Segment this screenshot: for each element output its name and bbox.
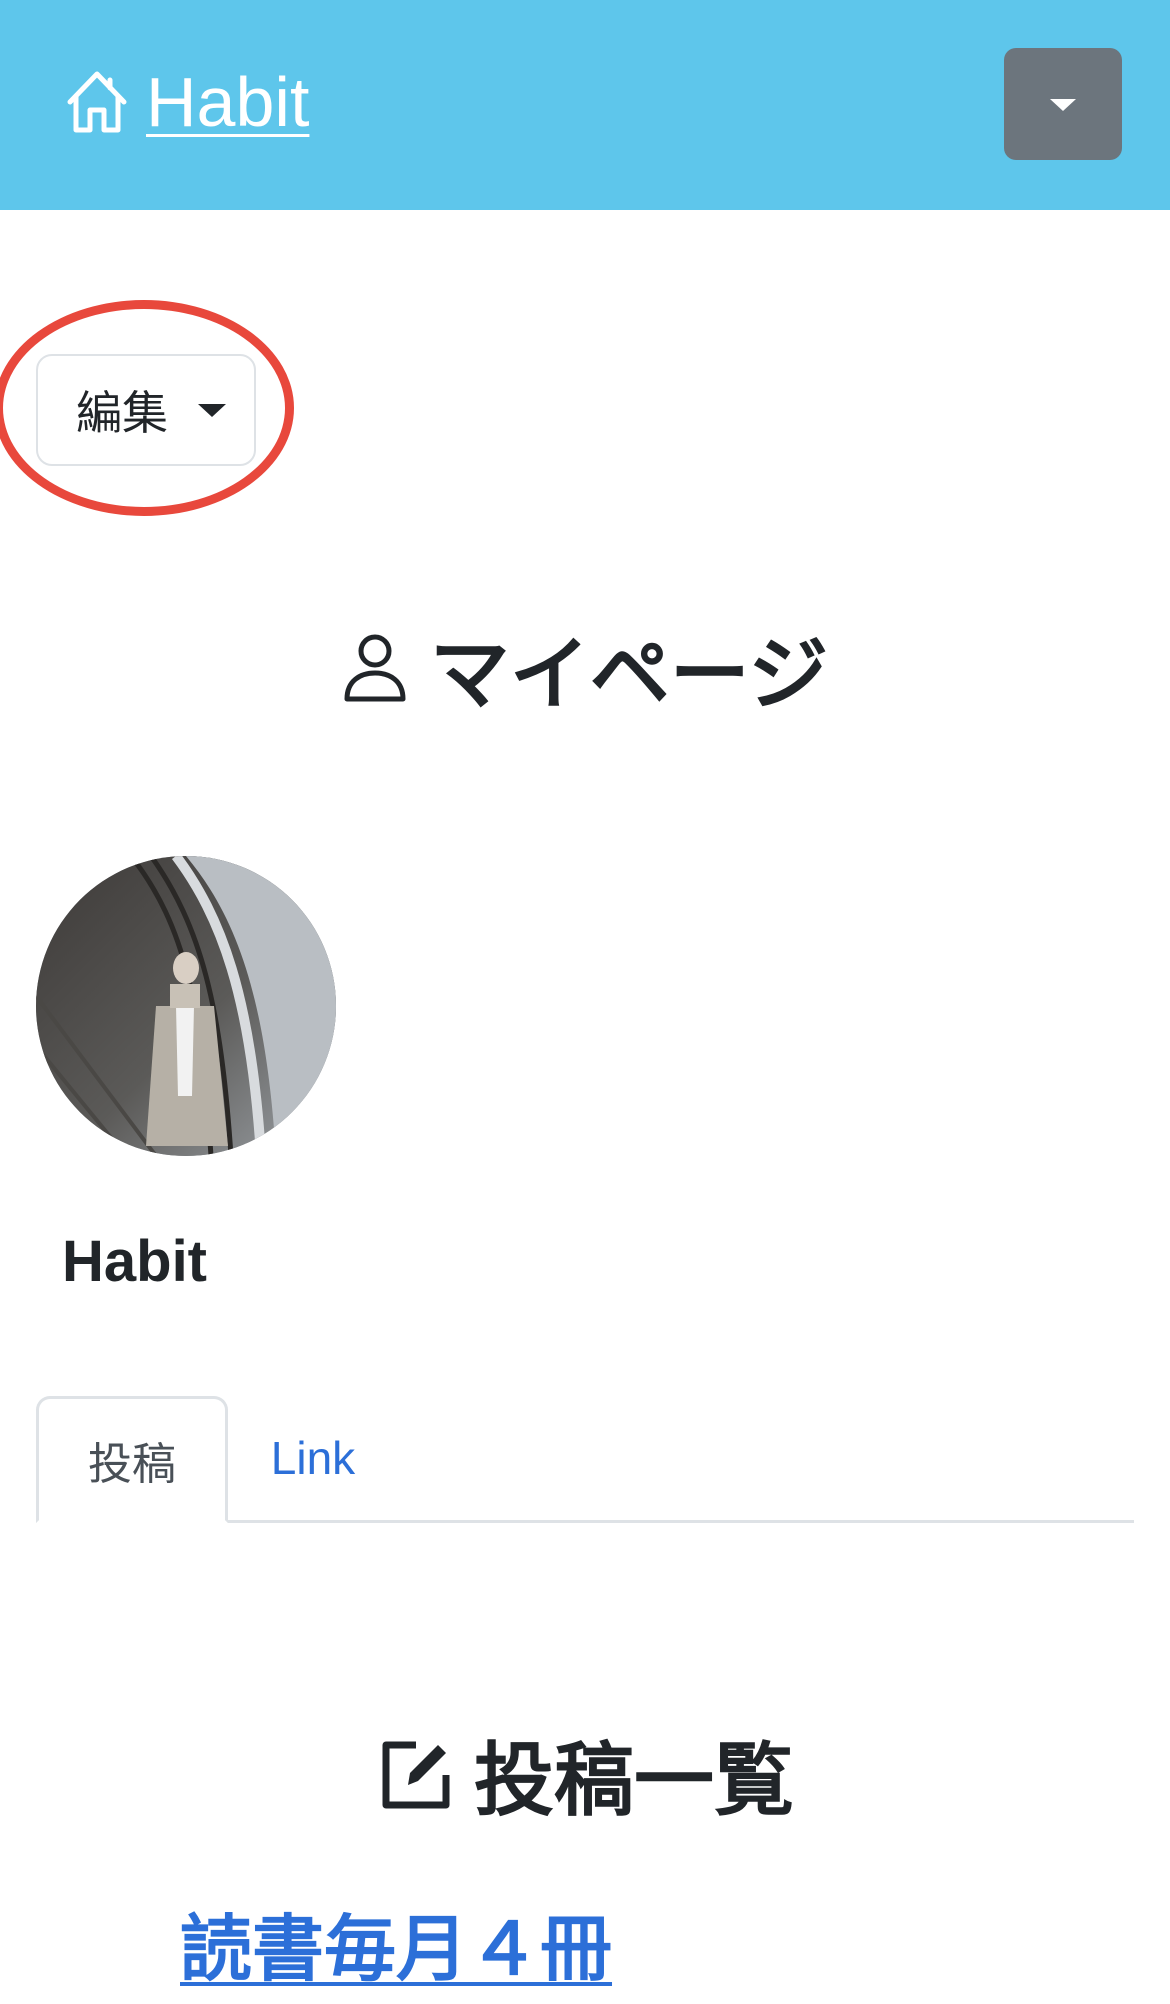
edit-dropdown-label: 編集: [76, 386, 168, 440]
home-icon: [67, 71, 127, 133]
brand-label: Habit: [146, 63, 310, 141]
page-heading: マイページ: [0, 610, 1170, 726]
tab-link[interactable]: Link: [248, 1396, 378, 1520]
edit-dropdown: 編集: [36, 354, 256, 466]
profile-username: Habit: [62, 1229, 207, 1294]
avatar: [36, 856, 336, 1156]
edit-square-icon: [382, 1741, 450, 1809]
posts-title: 投稿一覧: [474, 1734, 794, 1827]
navbar-dropdown-button[interactable]: [1004, 48, 1122, 160]
avatar-photo: [36, 856, 336, 1156]
edit-dropdown-button[interactable]: 編集: [36, 354, 256, 466]
caret-down-icon: [1050, 99, 1076, 111]
posts-heading: 投稿一覧: [0, 1716, 1170, 1832]
navbar: Habit: [0, 0, 1170, 210]
profile-tabs: 投稿 Link: [36, 1396, 1134, 1523]
post-link[interactable]: 読書毎月４冊: [180, 1890, 612, 1995]
page-title: マイページ: [429, 628, 829, 721]
person-icon: [344, 634, 406, 702]
brand-link[interactable]: Habit: [64, 62, 309, 142]
tab-posts[interactable]: 投稿: [36, 1396, 228, 1523]
caret-down-icon: [198, 403, 226, 417]
